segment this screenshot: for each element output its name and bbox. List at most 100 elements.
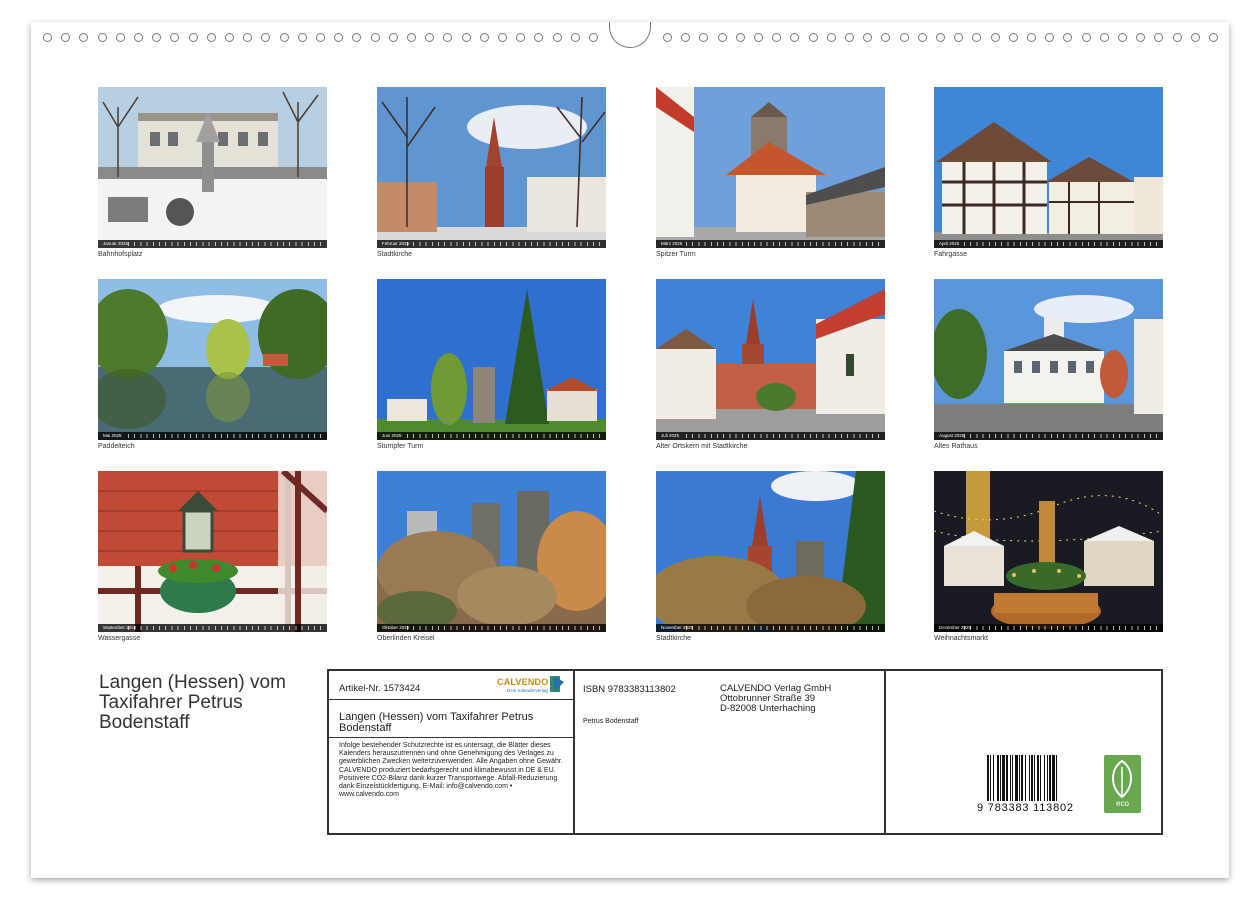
binding-ring — [479, 33, 489, 42]
binding-ring — [61, 33, 71, 42]
publisher-address: CALVENDO Verlag GmbH Ottobrunner Straße … — [720, 684, 831, 714]
month-strip: Januar 2025 — [98, 240, 327, 248]
month-strip: November 2025 — [656, 624, 885, 632]
binding-ring — [1008, 33, 1018, 42]
binding-ring — [735, 33, 745, 42]
binding-ring — [243, 33, 253, 42]
month-label: August 2025 — [939, 433, 965, 438]
photo-caption: Stadtkirche — [656, 635, 692, 642]
photo-december: Dezember 2025 — [934, 471, 1163, 632]
divider — [329, 737, 573, 738]
binding-ring — [790, 33, 800, 42]
binding-ring — [534, 33, 544, 42]
binding-ring — [845, 33, 854, 42]
eco-badge: eco — [1104, 755, 1141, 813]
photo-june: Juni 2025 — [377, 279, 606, 440]
binding-ring — [443, 33, 453, 42]
month-strip: Juli 2025 — [656, 432, 885, 440]
binding-ring — [407, 33, 416, 42]
binding-ring — [881, 33, 891, 42]
binding-ring — [936, 33, 945, 42]
binding-ring — [717, 33, 727, 42]
month-strip: April 2025 — [934, 240, 1163, 248]
calendar-sheet: Januar 2025 Bahnhofsplatz Februar 2025 S… — [31, 22, 1229, 878]
month-label: April 2025 — [939, 241, 960, 246]
binding-ring — [754, 33, 763, 42]
photo-caption: Spitzer Turm — [656, 251, 696, 258]
month-label: Juni 2025 — [382, 433, 402, 438]
binding-ring — [681, 33, 691, 42]
binding-ring — [1209, 33, 1218, 42]
binding-ring — [79, 33, 89, 42]
binding-ring — [990, 33, 1000, 42]
binding-ring — [917, 33, 927, 42]
calvendo-mark-icon — [550, 676, 564, 692]
binding-ring — [316, 33, 325, 42]
binding-ring — [699, 33, 709, 42]
photo-april: April 2025 — [934, 87, 1163, 248]
binding-ring — [826, 33, 836, 42]
binding-ring — [772, 33, 782, 42]
binding-ring — [1190, 33, 1200, 42]
photo-november: November 2025 — [656, 471, 885, 632]
month-strip: März 2025 — [656, 240, 885, 248]
binding-ring — [570, 33, 580, 42]
photo-august: August 2025 — [934, 279, 1163, 440]
binding-ring — [334, 33, 344, 42]
photo-caption: Paddelteich — [98, 443, 135, 450]
photo-may: Mai 2025 — [98, 279, 327, 440]
divider — [573, 671, 575, 833]
legal-notice: Infolge bestehender Schutzrechte ist es … — [339, 742, 563, 799]
binding-ring — [498, 33, 507, 42]
info-box: Artikel-Nr. 1573424 CALVENDO Dein Kalend… — [327, 669, 1163, 835]
binding-ring — [1136, 33, 1146, 42]
photo-caption: Fahrgasse — [934, 251, 968, 258]
hanger-notch — [609, 22, 651, 48]
binding-ring — [97, 33, 107, 42]
publisher-line: D-82008 Unterhaching — [720, 703, 816, 714]
photo-september: September 2025 — [98, 471, 327, 632]
binding-ring — [972, 33, 982, 42]
month-label: Februar 2025 — [382, 241, 410, 246]
binding-ring — [808, 33, 818, 42]
month-label: Januar 2025 — [103, 241, 129, 246]
binding-ring — [206, 33, 216, 42]
photo-caption: Oberlinden Kreisel — [377, 635, 435, 642]
binding-rings — [31, 22, 1229, 52]
month-label: Oktober 2025 — [382, 625, 410, 630]
photo-january: Januar 2025 — [98, 87, 327, 248]
binding-ring — [663, 33, 672, 42]
photo-caption: Stadtkirche — [377, 251, 413, 258]
eco-label: eco — [1116, 799, 1129, 808]
binding-ring — [1081, 33, 1091, 42]
binding-ring — [115, 33, 125, 42]
calendar-title: Langen (Hessen) vom Taxifahrer Petrus Bo… — [99, 672, 286, 733]
binding-ring — [43, 33, 52, 42]
month-strip: September 2025 — [98, 624, 327, 632]
photo-caption: Bahnhofsplatz — [98, 251, 143, 258]
month-label: Juli 2025 — [661, 433, 680, 438]
photo-july: Juli 2025 — [656, 279, 885, 440]
divider — [329, 699, 573, 700]
article-number: Artikel-Nr. 1573424 — [339, 683, 421, 694]
month-label: Mai 2025 — [103, 433, 122, 438]
binding-ring — [279, 33, 289, 42]
binding-ring — [370, 33, 380, 42]
binding-ring — [297, 33, 307, 42]
photo-march: März 2025 — [656, 87, 885, 248]
month-strip: Dezember 2025 — [934, 624, 1163, 632]
product-title: Langen (Hessen) vom Taxifahrer Petrus Bo… — [339, 711, 534, 734]
binding-ring — [1172, 33, 1182, 42]
binding-ring — [261, 33, 271, 42]
binding-ring — [1045, 33, 1055, 42]
binding-ring — [589, 33, 598, 42]
binding-ring — [461, 33, 471, 42]
photo-caption: Stumpfer Turm — [377, 443, 424, 450]
binding-ring — [152, 33, 162, 42]
binding-ring — [1154, 33, 1164, 42]
binding-ring — [1118, 33, 1127, 42]
calvendo-tagline: Dein Kalenderverlag — [507, 688, 548, 693]
month-strip: August 2025 — [934, 432, 1163, 440]
divider — [884, 671, 886, 833]
month-strip: Oktober 2025 — [377, 624, 606, 632]
